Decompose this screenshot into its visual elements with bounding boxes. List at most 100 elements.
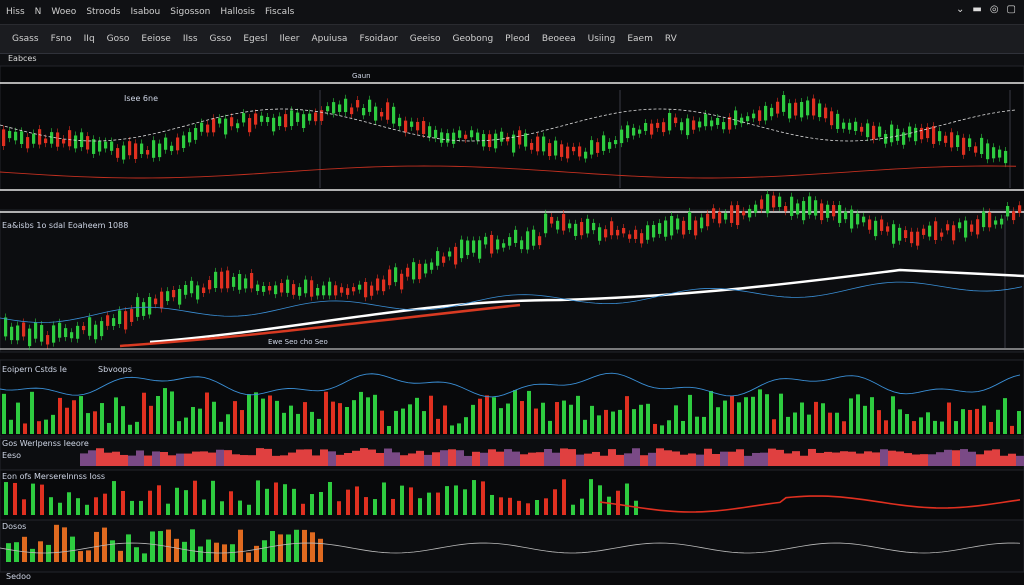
heat-band	[848, 451, 856, 466]
volume-bar	[303, 402, 307, 434]
volume-bar	[989, 421, 993, 434]
candle	[74, 135, 78, 149]
volume-bar	[454, 485, 458, 515]
candle	[278, 116, 282, 127]
heat-band	[912, 454, 920, 466]
candle	[112, 318, 116, 326]
volume-bar	[380, 410, 384, 434]
heat-band	[888, 450, 896, 466]
volume-bar	[301, 503, 305, 515]
candle	[158, 143, 162, 158]
candle	[350, 107, 354, 115]
heat-band	[776, 449, 784, 466]
volume-bar	[238, 500, 242, 515]
candle	[514, 229, 518, 244]
candle	[16, 325, 20, 341]
volume-bar	[709, 390, 713, 434]
candle	[518, 130, 522, 145]
volume-bar	[352, 400, 356, 434]
candle	[260, 115, 264, 122]
volume-bar	[9, 419, 13, 434]
volume-bar	[926, 412, 930, 434]
heat-band	[608, 449, 616, 466]
volume-bar	[142, 392, 146, 434]
candle	[172, 290, 176, 298]
volume-bar	[206, 539, 211, 562]
candle	[770, 107, 774, 117]
candle	[436, 251, 440, 266]
volume-bar	[310, 494, 314, 515]
candle	[178, 288, 182, 305]
candle	[220, 271, 224, 289]
candle	[988, 212, 992, 228]
heat-band	[976, 454, 984, 466]
volume-bar	[150, 531, 155, 562]
volume-bar	[842, 421, 846, 434]
candle	[830, 111, 834, 126]
candle	[682, 220, 686, 235]
volume-bar	[275, 400, 279, 434]
heat-band	[960, 449, 968, 466]
panel4-label: Gos Werlpenss Ieeore	[2, 439, 89, 448]
candle	[70, 332, 74, 339]
candle	[46, 335, 50, 345]
heat-band	[352, 450, 360, 466]
volume-bar	[569, 404, 573, 434]
candle	[734, 110, 738, 126]
candle	[34, 322, 38, 339]
volume-bar	[912, 421, 916, 434]
volume-bar	[800, 402, 804, 434]
volume-bar	[571, 504, 575, 515]
candle	[242, 113, 246, 123]
candle	[628, 234, 632, 239]
heat-band	[208, 452, 216, 466]
candle	[602, 135, 606, 151]
volume-bar	[884, 420, 888, 434]
volume-bar	[58, 397, 62, 434]
candle	[116, 148, 120, 158]
volume-bar	[520, 401, 524, 434]
volume-bar	[166, 503, 170, 515]
candle	[886, 226, 890, 232]
candle	[742, 211, 746, 216]
volume-bar	[485, 395, 489, 434]
candle	[52, 325, 56, 343]
volume-bar	[409, 487, 413, 515]
candle	[968, 138, 972, 147]
candle	[664, 220, 668, 237]
volume-bar	[191, 406, 195, 434]
volume-bar	[107, 422, 111, 434]
candle	[508, 237, 512, 246]
volume-bar	[22, 499, 26, 515]
volume-bar	[527, 390, 531, 434]
candle	[884, 133, 888, 144]
candle	[782, 95, 786, 112]
candle	[850, 209, 854, 229]
volume-bar	[730, 395, 734, 434]
candle	[400, 273, 404, 290]
candle	[574, 223, 578, 236]
heat-band	[808, 448, 816, 466]
candle	[860, 126, 864, 132]
heat-band	[176, 453, 184, 466]
candle	[476, 132, 480, 141]
candle	[662, 122, 666, 133]
chart-canvas[interactable]	[0, 0, 1024, 585]
candle	[754, 204, 758, 213]
heat-band	[576, 454, 584, 466]
candle	[826, 204, 830, 218]
candle	[646, 225, 650, 240]
volume-bar	[457, 423, 461, 434]
heat-band	[784, 453, 792, 466]
candle	[4, 317, 8, 337]
candle	[914, 127, 918, 142]
panel5-label: Eon ofs Merserelnnss Ioss	[2, 472, 106, 481]
volume-bar	[856, 394, 860, 434]
volume-bar	[940, 421, 944, 434]
candle	[496, 239, 500, 250]
heat-band	[768, 448, 776, 466]
volume-bar	[310, 411, 314, 434]
candle	[284, 114, 288, 128]
volume-bar	[262, 540, 267, 562]
candle	[718, 211, 722, 224]
